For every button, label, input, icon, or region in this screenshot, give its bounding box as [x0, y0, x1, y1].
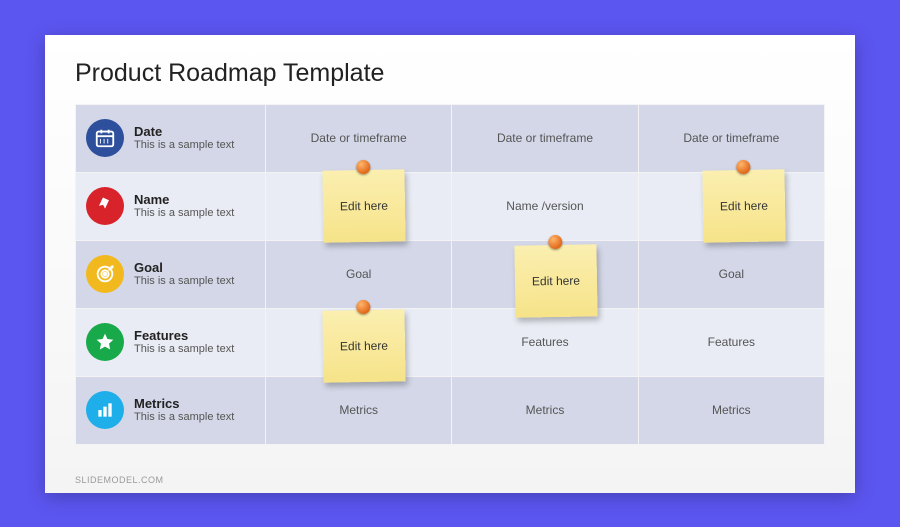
- table-row: GoalThis is a sample textGoalGoal: [76, 240, 825, 308]
- calendar-icon: [86, 119, 124, 157]
- chart-icon: [86, 391, 124, 429]
- sticky-note-text: Edit here: [532, 273, 580, 288]
- row-subtitle: This is a sample text: [134, 207, 234, 220]
- roadmap-cell[interactable]: Goal: [638, 240, 824, 308]
- pushpin-icon: [356, 159, 370, 173]
- row-label-cell: MetricsThis is a sample text: [76, 376, 266, 444]
- roadmap-cell[interactable]: Metrics: [452, 376, 638, 444]
- roadmap-cell[interactable]: Features: [638, 308, 824, 376]
- sticky-note-text: Edit here: [340, 198, 388, 213]
- row-subtitle: This is a sample text: [134, 411, 234, 424]
- row-title: Features: [134, 328, 234, 343]
- row-label-cell: DateThis is a sample text: [76, 104, 266, 172]
- row-label-cell: NameThis is a sample text: [76, 172, 266, 240]
- table-row: MetricsThis is a sample textMetricsMetri…: [76, 376, 825, 444]
- row-title: Goal: [134, 260, 234, 275]
- sticky-note[interactable]: Edit here: [702, 169, 785, 242]
- pushpin-icon: [736, 159, 750, 173]
- sticky-note[interactable]: Edit here: [322, 169, 405, 242]
- roadmap-cell[interactable]: Date or timeframe: [638, 104, 824, 172]
- row-title: Date: [134, 124, 234, 139]
- sticky-note[interactable]: Edit here: [322, 309, 405, 382]
- pushpin-icon: [548, 234, 562, 248]
- sticky-note[interactable]: Edit here: [514, 244, 597, 317]
- roadmap-cell[interactable]: Metrics: [266, 376, 452, 444]
- row-label-cell: FeaturesThis is a sample text: [76, 308, 266, 376]
- roadmap-table: DateThis is a sample textDate or timefra…: [75, 104, 825, 445]
- target-icon: [86, 255, 124, 293]
- row-subtitle: This is a sample text: [134, 139, 234, 152]
- row-label-cell: GoalThis is a sample text: [76, 240, 266, 308]
- slide-title: Product Roadmap Template: [75, 59, 825, 88]
- roadmap-cell[interactable]: Date or timeframe: [452, 104, 638, 172]
- roadmap-cell[interactable]: Metrics: [638, 376, 824, 444]
- row-title: Metrics: [134, 396, 234, 411]
- sticky-note-text: Edit here: [340, 338, 388, 353]
- roadmap-cell[interactable]: Features: [452, 308, 638, 376]
- row-subtitle: This is a sample text: [134, 275, 234, 288]
- slide: Product Roadmap Template DateThis is a s…: [45, 35, 855, 493]
- row-subtitle: This is a sample text: [134, 343, 234, 356]
- row-title: Name: [134, 192, 234, 207]
- sticky-note-text: Edit here: [720, 198, 768, 213]
- roadmap-cell[interactable]: Goal: [266, 240, 452, 308]
- footer-credit: SLIDEMODEL.COM: [75, 475, 164, 485]
- pushpin-icon: [356, 299, 370, 313]
- table-row: FeaturesThis is a sample textFeaturesFea…: [76, 308, 825, 376]
- star-icon: [86, 323, 124, 361]
- table-row: DateThis is a sample text Date or timefra…: [76, 104, 825, 172]
- roadmap-cell[interactable]: Name /version: [452, 172, 638, 240]
- tag-icon: [86, 187, 124, 225]
